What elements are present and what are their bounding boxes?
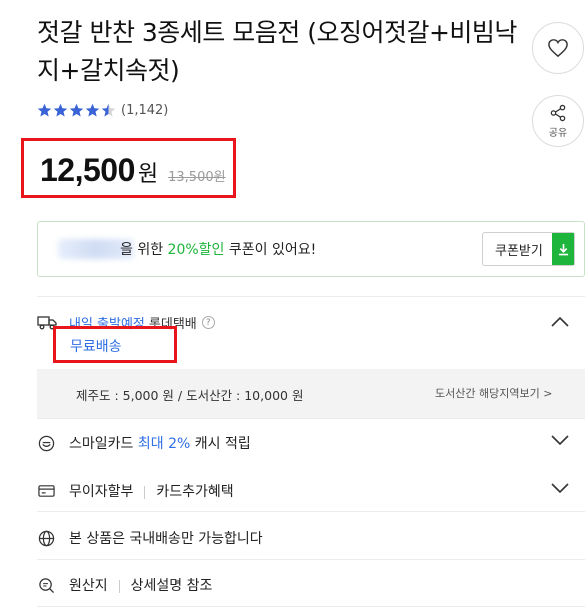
chevron-down-icon[interactable] bbox=[551, 435, 569, 446]
smile-card-benefit[interactable]: 스마일카드 최대 2% 캐시 적립 bbox=[37, 431, 585, 455]
separator bbox=[118, 579, 120, 593]
origin-text: 원산지 상세설명 참조 bbox=[69, 575, 212, 595]
share-button[interactable]: 공유 bbox=[532, 95, 584, 147]
half-star-icon bbox=[101, 103, 116, 117]
star-icon bbox=[53, 103, 68, 117]
sale-price: 12,500 bbox=[40, 152, 135, 188]
divider bbox=[37, 296, 585, 297]
extra-shipping-fee: 제주도 : 5,000 원 / 도서산간 : 10,000 원 bbox=[76, 388, 304, 403]
smile-icon bbox=[37, 434, 55, 452]
chevron-up-icon[interactable] bbox=[551, 316, 569, 327]
origin-info: 원산지 상세설명 참조 bbox=[37, 573, 585, 597]
divider bbox=[37, 511, 585, 512]
domestic-only-text: 본 상품은 국내배송만 가능합니다 bbox=[69, 531, 263, 547]
divider bbox=[37, 559, 585, 560]
free-shipping-highlight-box: 무료배송 bbox=[53, 326, 177, 363]
price-row: 12,500 원 13,500원 bbox=[40, 152, 226, 189]
share-label: 공유 bbox=[548, 127, 568, 139]
review-count[interactable]: (1,142) bbox=[121, 103, 168, 118]
search-icon bbox=[37, 576, 55, 594]
card-icon bbox=[37, 482, 55, 500]
price-unit: 원 bbox=[137, 162, 159, 187]
get-coupon-button[interactable]: 쿠폰받기 bbox=[482, 232, 575, 266]
card-benefit-label: 카드추가혜택 bbox=[156, 484, 234, 500]
divider bbox=[37, 418, 585, 419]
interest-free-label: 무이자할부 bbox=[69, 484, 134, 500]
product-title: 젓갈 반찬 3종세트 모음전 (오징어젓갈+비빔낙지+갈치속젓) bbox=[37, 18, 517, 85]
wishlist-button[interactable] bbox=[532, 22, 584, 74]
help-icon[interactable]: ? bbox=[201, 316, 215, 329]
star-icon bbox=[85, 103, 100, 117]
domestic-shipping-notice: 본 상품은 국내배송만 가능합니다 bbox=[37, 526, 585, 550]
separator bbox=[144, 485, 146, 499]
coupon-banner: 을 위한 20%할인 쿠폰이 있어요! 쿠폰받기 bbox=[37, 221, 585, 277]
installment-text: 무이자할부 카드추가혜택 bbox=[69, 481, 234, 501]
price-highlight-box: 12,500 원 13,500원 bbox=[21, 138, 236, 198]
get-coupon-label: 쿠폰받기 bbox=[495, 243, 543, 259]
smile-card-rate: 최대 2% bbox=[137, 436, 191, 452]
smile-card-text: 스마일카드 최대 2% 캐시 적립 bbox=[69, 436, 251, 452]
heart-icon bbox=[548, 39, 568, 58]
share-icon bbox=[550, 104, 566, 121]
globe-icon bbox=[37, 529, 55, 547]
free-shipping-label: 무료배송 bbox=[70, 339, 122, 355]
rating[interactable]: (1,142) bbox=[37, 103, 168, 118]
chevron-down-icon[interactable] bbox=[551, 483, 569, 494]
coupon-message: 을 위한 20%할인 쿠폰이 있어요! bbox=[120, 242, 317, 258]
region-link[interactable]: 도서산간 해당지역보기 > bbox=[435, 385, 552, 401]
star-rating bbox=[37, 103, 116, 118]
shipping-fee-panel: 제주도 : 5,000 원 / 도서산간 : 10,000 원 도서산간 해당지… bbox=[37, 369, 585, 418]
divider bbox=[37, 606, 585, 607]
installment-benefit[interactable]: 무이자할부 카드추가혜택 bbox=[37, 479, 585, 503]
coupon-discount: 20%할인 bbox=[167, 242, 225, 258]
download-icon bbox=[552, 233, 574, 265]
star-icon bbox=[69, 103, 84, 117]
origin-label: 원산지 bbox=[69, 578, 108, 594]
origin-value: 상세설명 참조 bbox=[130, 578, 213, 594]
star-icon bbox=[37, 103, 52, 117]
original-price: 13,500원 bbox=[168, 170, 226, 185]
